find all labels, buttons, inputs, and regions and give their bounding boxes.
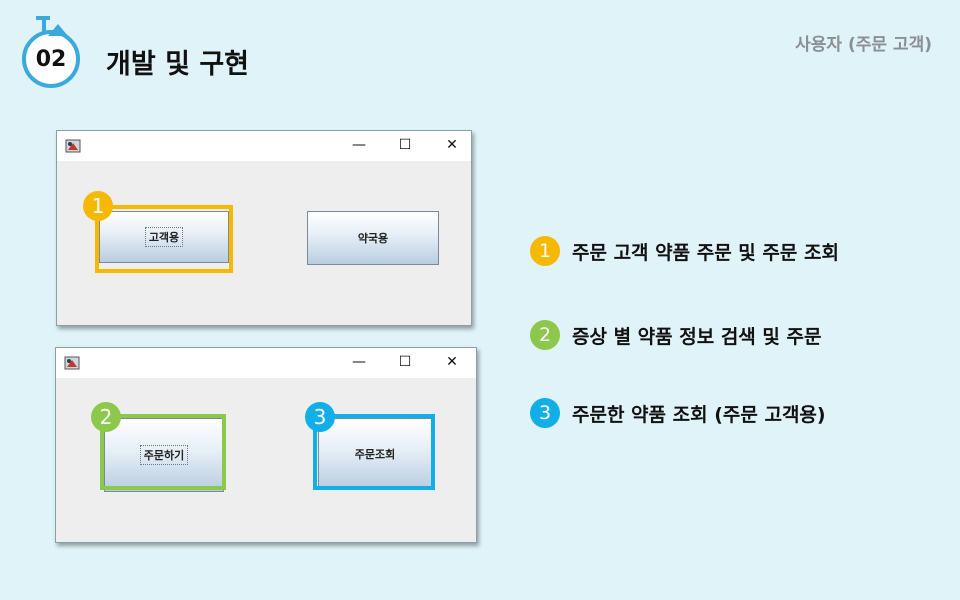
section-number-badge: 02 xyxy=(22,16,80,88)
section-title: 개발 및 구현 xyxy=(106,49,249,80)
legend-item-1: 1 주문 고객 약품 주문 및 주문 조회 xyxy=(530,236,839,266)
legend-item-2: 2 증상 별 약품 정보 검색 및 주문 xyxy=(530,320,821,350)
legend-text-2: 증상 별 약품 정보 검색 및 주문 xyxy=(572,325,822,348)
legend-marker-3: 3 xyxy=(530,398,560,428)
marker-2: 2 xyxy=(91,402,121,432)
minimize-button[interactable]: — xyxy=(349,352,369,372)
pharmacy-button-label: 약국용 xyxy=(357,232,389,245)
marker-3: 3 xyxy=(305,402,335,432)
legend-marker-1: 1 xyxy=(530,236,560,266)
close-button[interactable]: ✕ xyxy=(442,135,462,155)
role-label: 사용자 (주문 고객) xyxy=(795,35,932,55)
badge-pointer xyxy=(48,24,68,36)
legend-text-3: 주문한 약품 조회 (주문 고객용) xyxy=(572,403,826,426)
window-titlebar: — ☐ ✕ xyxy=(56,348,476,378)
pharmacy-button[interactable]: 약국용 xyxy=(307,211,439,265)
minimize-button[interactable]: — xyxy=(349,135,369,155)
java-app-icon xyxy=(64,356,80,370)
legend-marker-2: 2 xyxy=(530,320,560,350)
maximize-button[interactable]: ☐ xyxy=(395,352,415,372)
legend-item-3: 3 주문한 약품 조회 (주문 고객용) xyxy=(530,398,826,428)
highlight-box-2 xyxy=(100,414,226,490)
close-button[interactable]: ✕ xyxy=(442,352,462,372)
marker-1: 1 xyxy=(83,191,113,221)
window-titlebar: — ☐ ✕ xyxy=(57,131,471,161)
section-number: 02 xyxy=(35,46,67,72)
maximize-button[interactable]: ☐ xyxy=(395,135,415,155)
highlight-box-1 xyxy=(95,205,233,273)
java-app-icon xyxy=(65,139,81,153)
legend-text-1: 주문 고객 약품 주문 및 주문 조회 xyxy=(572,241,839,264)
badge-stem xyxy=(42,18,46,32)
